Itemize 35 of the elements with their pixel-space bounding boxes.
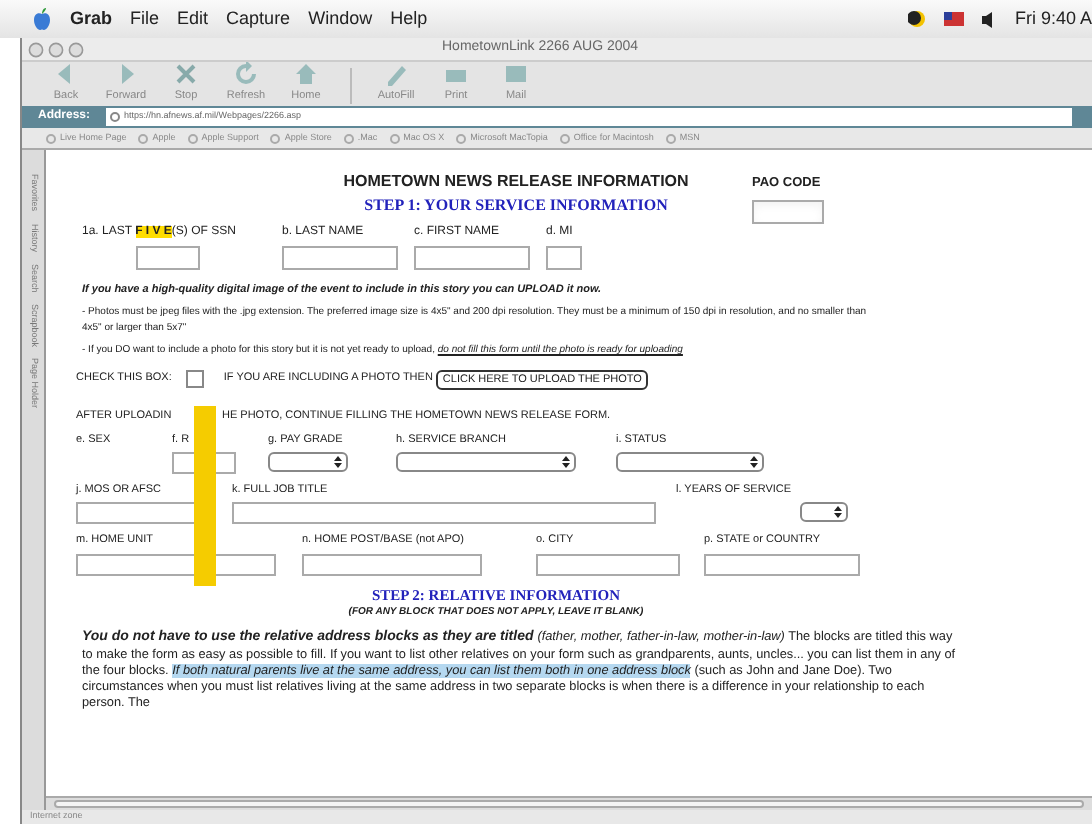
scrollbar[interactable]	[46, 796, 1092, 810]
stepper-icon	[750, 456, 758, 468]
app-menu[interactable]: Grab	[70, 5, 113, 33]
menu-item[interactable]: Window	[308, 5, 373, 33]
moon-icon	[908, 10, 927, 28]
stepper-icon	[562, 456, 570, 468]
step-heading: STEP 1: YOUR SERVICE INFORMATION	[364, 194, 668, 218]
house-icon	[292, 59, 320, 88]
speaker-icon	[982, 11, 997, 27]
input-field[interactable]	[302, 553, 482, 575]
menu-item[interactable]: File	[130, 5, 160, 33]
input-field[interactable]	[414, 245, 530, 270]
input-field[interactable]	[752, 199, 824, 224]
menu-item[interactable]: Capture	[226, 5, 291, 33]
stepper-icon	[334, 456, 342, 468]
select-field[interactable]	[268, 452, 348, 472]
refresh-icon	[232, 59, 260, 88]
checkbox[interactable]	[185, 370, 204, 388]
input-field[interactable]	[282, 245, 398, 270]
stepper-icon	[834, 506, 842, 519]
close-icon	[172, 59, 200, 88]
select-field[interactable]	[616, 452, 764, 472]
input-field[interactable]	[704, 553, 860, 575]
menu-clock: Fri 9:40 A	[1014, 5, 1092, 32]
form-heading: HOMETOWN NEWS RELEASE INFORMATION	[343, 170, 689, 194]
input-field[interactable]	[546, 245, 582, 270]
menu-item[interactable]: Help	[390, 5, 428, 33]
input-field[interactable]	[536, 553, 680, 575]
select-field[interactable]	[800, 502, 848, 523]
input-field[interactable]	[136, 245, 200, 270]
input-field[interactable]	[232, 502, 656, 525]
flag-icon	[944, 12, 965, 26]
select-field[interactable]	[396, 452, 576, 472]
menu-item[interactable]: Edit	[177, 5, 209, 33]
apple-icon	[32, 8, 52, 30]
